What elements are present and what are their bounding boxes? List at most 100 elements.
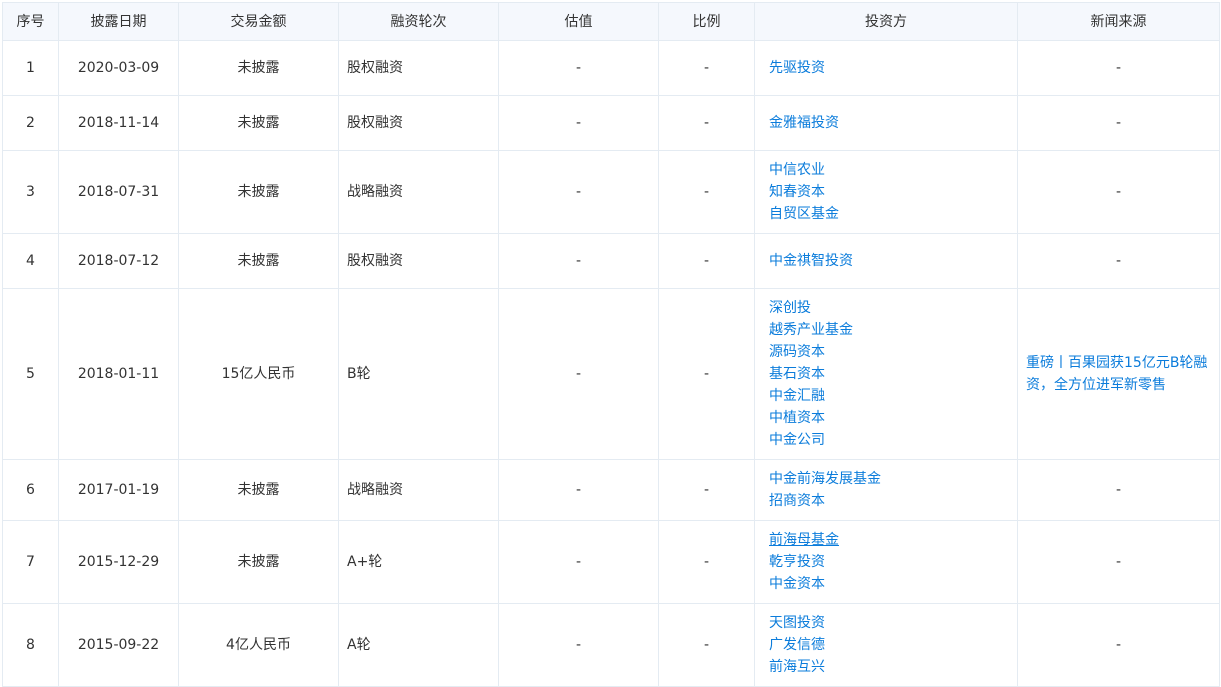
table-row: 3 2018-07-31 未披露 战略融资 - - 中信农业 知春资本 自贸区基… <box>2 150 1220 234</box>
investor-link[interactable]: 自贸区基金 <box>769 203 1017 225</box>
investor-link[interactable]: 中信农业 <box>769 159 1017 181</box>
cell-seq: 1 <box>2 40 59 96</box>
header-seq: 序号 <box>2 2 59 41</box>
table-row: 5 2018-01-11 15亿人民币 B轮 - - 深创投 越秀产业基金 源码… <box>2 288 1220 460</box>
header-news: 新闻来源 <box>1017 2 1220 41</box>
news-link[interactable]: 重磅丨百果园获15亿元B轮融资，全方位进军新零售 <box>1026 352 1211 396</box>
investor-link[interactable]: 金雅福投资 <box>769 112 1017 134</box>
cell-seq: 2 <box>2 95 59 151</box>
cell-amount: 未披露 <box>178 233 339 289</box>
cell-valuation: - <box>498 95 659 151</box>
cell-date: 2015-12-29 <box>58 520 179 604</box>
cell-date: 2018-11-14 <box>58 95 179 151</box>
cell-investors: 中金祺智投资 <box>754 233 1018 289</box>
cell-ratio: - <box>658 288 755 460</box>
investor-link[interactable]: 中金祺智投资 <box>769 250 1017 272</box>
cell-amount: 未披露 <box>178 520 339 604</box>
cell-valuation: - <box>498 520 659 604</box>
cell-investors: 前海母基金 乾亨投资 中金资本 <box>754 520 1018 604</box>
cell-amount: 未披露 <box>178 95 339 151</box>
investor-link[interactable]: 中金公司 <box>769 429 1017 451</box>
investor-link[interactable]: 中金资本 <box>769 573 1017 595</box>
cell-news: - <box>1017 603 1220 687</box>
cell-investors: 天图投资 广发信德 前海互兴 <box>754 603 1018 687</box>
investor-link[interactable]: 天图投资 <box>769 612 1017 634</box>
cell-seq: 6 <box>2 459 59 521</box>
table-row: 6 2017-01-19 未披露 战略融资 - - 中金前海发展基金 招商资本 … <box>2 459 1220 521</box>
cell-amount: 4亿人民币 <box>178 603 339 687</box>
cell-valuation: - <box>498 40 659 96</box>
cell-seq: 5 <box>2 288 59 460</box>
cell-investors: 深创投 越秀产业基金 源码资本 基石资本 中金汇融 中植资本 中金公司 <box>754 288 1018 460</box>
header-valuation: 估值 <box>498 2 659 41</box>
cell-valuation: - <box>498 603 659 687</box>
investor-link[interactable]: 先驱投资 <box>769 57 1017 79</box>
header-ratio: 比例 <box>658 2 755 41</box>
cell-seq: 7 <box>2 520 59 604</box>
cell-ratio: - <box>658 40 755 96</box>
cell-ratio: - <box>658 520 755 604</box>
cell-seq: 8 <box>2 603 59 687</box>
cell-date: 2017-01-19 <box>58 459 179 521</box>
cell-ratio: - <box>658 233 755 289</box>
cell-round: A轮 <box>338 603 499 687</box>
cell-ratio: - <box>658 150 755 234</box>
cell-investors: 中信农业 知春资本 自贸区基金 <box>754 150 1018 234</box>
investor-link[interactable]: 前海互兴 <box>769 656 1017 678</box>
investor-link[interactable]: 前海母基金 <box>769 529 1017 551</box>
investor-link[interactable]: 乾亨投资 <box>769 551 1017 573</box>
table-row: 2 2018-11-14 未披露 股权融资 - - 金雅福投资 - <box>2 95 1220 151</box>
cell-valuation: - <box>498 150 659 234</box>
cell-investors: 先驱投资 <box>754 40 1018 96</box>
investor-link[interactable]: 知春资本 <box>769 181 1017 203</box>
cell-date: 2018-07-31 <box>58 150 179 234</box>
header-investors: 投资方 <box>754 2 1018 41</box>
cell-ratio: - <box>658 603 755 687</box>
header-date: 披露日期 <box>58 2 179 41</box>
cell-news: - <box>1017 150 1220 234</box>
cell-round: 战略融资 <box>338 150 499 234</box>
investor-link[interactable]: 广发信德 <box>769 634 1017 656</box>
cell-round: 战略融资 <box>338 459 499 521</box>
table-row: 8 2015-09-22 4亿人民币 A轮 - - 天图投资 广发信德 前海互兴… <box>2 603 1220 687</box>
cell-news: - <box>1017 40 1220 96</box>
cell-amount: 未披露 <box>178 150 339 234</box>
cell-amount: 15亿人民币 <box>178 288 339 460</box>
investor-link[interactable]: 招商资本 <box>769 490 1017 512</box>
cell-date: 2020-03-09 <box>58 40 179 96</box>
header-round: 融资轮次 <box>338 2 499 41</box>
header-amount: 交易金额 <box>178 2 339 41</box>
table-row: 1 2020-03-09 未披露 股权融资 - - 先驱投资 - <box>2 40 1220 96</box>
cell-seq: 3 <box>2 150 59 234</box>
cell-investors: 金雅福投资 <box>754 95 1018 151</box>
investor-link[interactable]: 中金前海发展基金 <box>769 468 1017 490</box>
investor-link[interactable]: 基石资本 <box>769 363 1017 385</box>
cell-round: 股权融资 <box>338 233 499 289</box>
table-row: 4 2018-07-12 未披露 股权融资 - - 中金祺智投资 - <box>2 233 1220 289</box>
cell-date: 2015-09-22 <box>58 603 179 687</box>
cell-ratio: - <box>658 459 755 521</box>
cell-news: - <box>1017 95 1220 151</box>
investor-link[interactable]: 源码资本 <box>769 341 1017 363</box>
cell-seq: 4 <box>2 233 59 289</box>
cell-round: 股权融资 <box>338 95 499 151</box>
cell-date: 2018-07-12 <box>58 233 179 289</box>
investor-link[interactable]: 中金汇融 <box>769 385 1017 407</box>
investor-link[interactable]: 越秀产业基金 <box>769 319 1017 341</box>
cell-amount: 未披露 <box>178 40 339 96</box>
investor-link[interactable]: 中植资本 <box>769 407 1017 429</box>
cell-news: - <box>1017 233 1220 289</box>
cell-ratio: - <box>658 95 755 151</box>
investor-link[interactable]: 深创投 <box>769 297 1017 319</box>
cell-amount: 未披露 <box>178 459 339 521</box>
table-header-row: 序号 披露日期 交易金额 融资轮次 估值 比例 投资方 新闻来源 <box>2 2 1220 41</box>
cell-news: - <box>1017 520 1220 604</box>
table-row: 7 2015-12-29 未披露 A+轮 - - 前海母基金 乾亨投资 中金资本… <box>2 520 1220 604</box>
cell-valuation: - <box>498 459 659 521</box>
cell-news: 重磅丨百果园获15亿元B轮融资，全方位进军新零售 <box>1017 288 1220 460</box>
cell-date: 2018-01-11 <box>58 288 179 460</box>
cell-news: - <box>1017 459 1220 521</box>
cell-round: 股权融资 <box>338 40 499 96</box>
cell-valuation: - <box>498 288 659 460</box>
cell-investors: 中金前海发展基金 招商资本 <box>754 459 1018 521</box>
